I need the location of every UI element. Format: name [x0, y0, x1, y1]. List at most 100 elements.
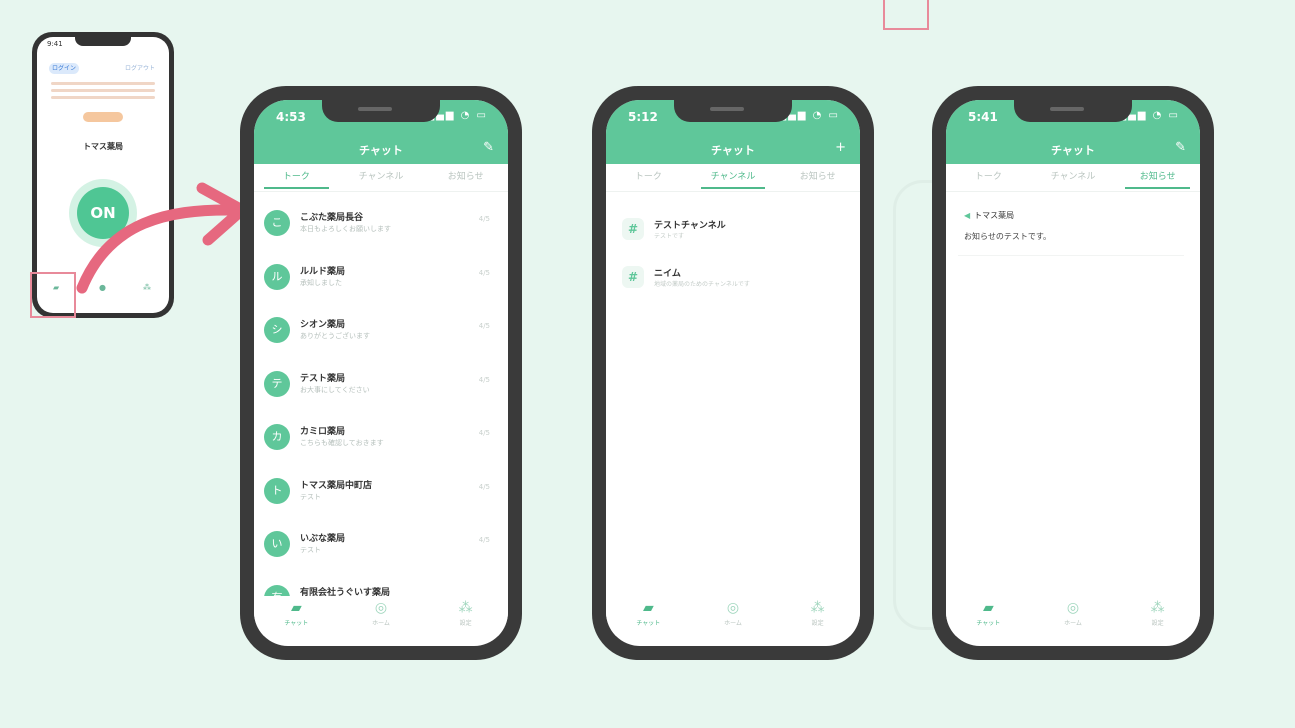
- nav-label: チャット: [636, 620, 661, 627]
- notice-sender: ◀ トマス薬局: [964, 210, 1014, 221]
- home-icon: ◎: [374, 600, 388, 616]
- tab-bar: トーク チャンネル お知らせ: [254, 164, 508, 192]
- talk-time: 4/5: [478, 536, 490, 544]
- nav-label: チャット: [284, 620, 309, 627]
- talk-list: こ こぶた薬局長谷 本日もよろしくお願いします 4/5 ル ルルド薬局 承知しま…: [254, 202, 508, 630]
- nav-settings[interactable]: ⁂ 設定: [775, 596, 860, 636]
- mini-status-time: 9:41: [47, 40, 63, 48]
- mini-notch: [75, 37, 131, 46]
- status-time: 4:53: [276, 110, 306, 124]
- nav-settings[interactable]: ⁂ 設定: [1115, 596, 1200, 636]
- talk-preview: お大事にしてください: [300, 385, 370, 394]
- phone-talk: 4:53 ▂▄▆ ◔ ▭ チャット ✎ トーク チャンネル お知らせ こ こぶた…: [240, 86, 522, 660]
- header-title: チャット: [359, 144, 403, 157]
- nav-chat[interactable]: ▰ チャット: [254, 596, 339, 636]
- nav-label: 設定: [811, 620, 824, 627]
- phone-channel: 5:12 ▂▄▆ ◔ ▭ チャット + トーク チャンネル お知らせ # テスト…: [592, 86, 874, 660]
- talk-name: ルルド薬局: [300, 266, 346, 277]
- talk-item[interactable]: カ カミロ薬局 こちらも確認しておきます 4/5: [254, 416, 508, 470]
- talk-time: 4/5: [478, 482, 490, 491]
- status-time: 5:12: [628, 110, 658, 124]
- nav-label: ホーム: [1064, 620, 1082, 627]
- phone-notice: 5:41 ▂▄▆ ◔ ▭ チャット ✎ トーク チャンネル お知らせ ◀ トマス薬…: [932, 86, 1214, 660]
- arrow-icon: [76, 182, 248, 294]
- talk-screen: 4:53 ▂▄▆ ◔ ▭ チャット ✎ トーク チャンネル お知らせ こ こぶた…: [254, 100, 508, 646]
- nav-settings[interactable]: ⁂ 設定: [423, 596, 508, 636]
- tab-talk[interactable]: トーク: [254, 164, 339, 191]
- tab-channel[interactable]: チャンネル: [691, 164, 776, 191]
- talk-time: 4/5: [478, 322, 490, 330]
- channel-item[interactable]: # ニイム 地域の薬局のためのチャンネルです: [606, 260, 860, 308]
- nav-label: ホーム: [724, 620, 742, 627]
- channel-item[interactable]: # テストチャンネル テストです: [606, 212, 860, 260]
- tab-talk[interactable]: トーク: [946, 164, 1031, 191]
- tab-talk[interactable]: トーク: [606, 164, 691, 191]
- tab-notice[interactable]: お知らせ: [775, 164, 860, 191]
- talk-name: トマス薬局中町店: [300, 480, 373, 491]
- nav-home[interactable]: ◎ ホーム: [1031, 596, 1116, 636]
- channel-screen: 5:12 ▂▄▆ ◔ ▭ チャット + トーク チャンネル お知らせ # テスト…: [606, 100, 860, 646]
- tab-notice[interactable]: お知らせ: [1115, 164, 1200, 191]
- avatar: こ: [264, 210, 290, 236]
- mini-logout-pill[interactable]: ログアウト: [123, 63, 157, 74]
- talk-item[interactable]: シ シオン薬局 ありがとうございます 4/5: [254, 309, 508, 363]
- talk-preview: テスト: [300, 546, 321, 554]
- tab-bar: トーク チャンネル お知らせ: [946, 164, 1200, 192]
- talk-time: 4/5: [478, 429, 490, 437]
- notice-body: お知らせのテストです。: [964, 232, 1052, 241]
- notice-sender-name: トマス薬局: [974, 211, 1015, 220]
- tab-channel[interactable]: チャンネル: [1031, 164, 1116, 191]
- nav-label: ホーム: [372, 620, 390, 627]
- notch: [1014, 100, 1132, 122]
- nav-label: 設定: [459, 620, 472, 627]
- channel-name: ニイム: [654, 269, 681, 279]
- settings-icon: ⁂: [458, 600, 473, 616]
- nav-home[interactable]: ◎ ホーム: [691, 596, 776, 636]
- talk-name: カミロ薬局: [300, 427, 346, 437]
- talk-preview: ありがとうございます: [300, 332, 370, 340]
- tab-notice[interactable]: お知らせ: [423, 164, 508, 191]
- home-icon: ◎: [1066, 600, 1080, 616]
- notice-screen: 5:41 ▂▄▆ ◔ ▭ チャット ✎ トーク チャンネル お知らせ ◀ トマス薬…: [946, 100, 1200, 646]
- chat-icon: ▰: [642, 600, 654, 616]
- avatar: テ: [264, 370, 290, 397]
- plus-icon[interactable]: +: [835, 140, 846, 155]
- chat-icon: ▰: [982, 600, 994, 616]
- status-time: 5:41: [968, 110, 998, 124]
- compose-icon[interactable]: ✎: [1175, 140, 1186, 155]
- nav-chat[interactable]: ▰ チャット: [946, 596, 1031, 636]
- talk-item[interactable]: テ テスト薬局 お大事にしてください 4/5: [254, 363, 508, 417]
- notch: [322, 100, 440, 122]
- megaphone-icon: ◀: [964, 211, 971, 220]
- nav-label: 設定: [1151, 620, 1164, 627]
- tab-channel[interactable]: チャンネル: [339, 164, 424, 191]
- talk-time: 4/5: [478, 215, 490, 223]
- notice-item[interactable]: ◀ トマス薬局 お知らせのテストです。: [958, 204, 1184, 256]
- talk-item[interactable]: こ こぶた薬局長谷 本日もよろしくお願いします 4/5: [254, 202, 508, 256]
- talk-item[interactable]: い いぶな薬局 テスト 4/5: [254, 523, 508, 577]
- nav-chat[interactable]: ▰ チャット: [606, 596, 691, 636]
- hash-icon: #: [622, 218, 644, 240]
- talk-item[interactable]: ル ルルド薬局 承知しました 4/5: [254, 256, 508, 310]
- talk-name: こぶた薬局長谷: [300, 213, 364, 223]
- channel-list: # テストチャンネル テストです # ニイム 地域の薬局のためのチャンネルです: [606, 212, 860, 308]
- channel-desc: テストです: [654, 233, 685, 240]
- talk-name: いぶな薬局: [300, 534, 346, 544]
- avatar: ル: [264, 263, 290, 290]
- talk-item[interactable]: ト トマス薬局中町店 テスト 4/5: [254, 470, 508, 524]
- nav-home[interactable]: ◎ ホーム: [339, 596, 424, 636]
- talk-name: テスト薬局: [300, 373, 346, 384]
- highlight-frame-top: [883, 0, 929, 30]
- bottom-nav: ▰ チャット ◎ ホーム ⁂ 設定: [606, 596, 860, 636]
- talk-preview: 承知しました: [300, 278, 342, 287]
- mini-login-pill[interactable]: ログイン: [49, 63, 79, 74]
- settings-icon: ⁂: [1150, 600, 1165, 616]
- avatar: ト: [264, 477, 290, 504]
- bottom-nav: ▰ チャット ◎ ホーム ⁂ 設定: [946, 596, 1200, 636]
- avatar: い: [264, 531, 290, 557]
- home-icon: ◎: [726, 600, 740, 616]
- mini-orange-button[interactable]: [83, 112, 123, 122]
- talk-time: 4/5: [478, 268, 490, 277]
- compose-icon[interactable]: ✎: [483, 140, 494, 155]
- talk-time: 4/5: [478, 375, 490, 384]
